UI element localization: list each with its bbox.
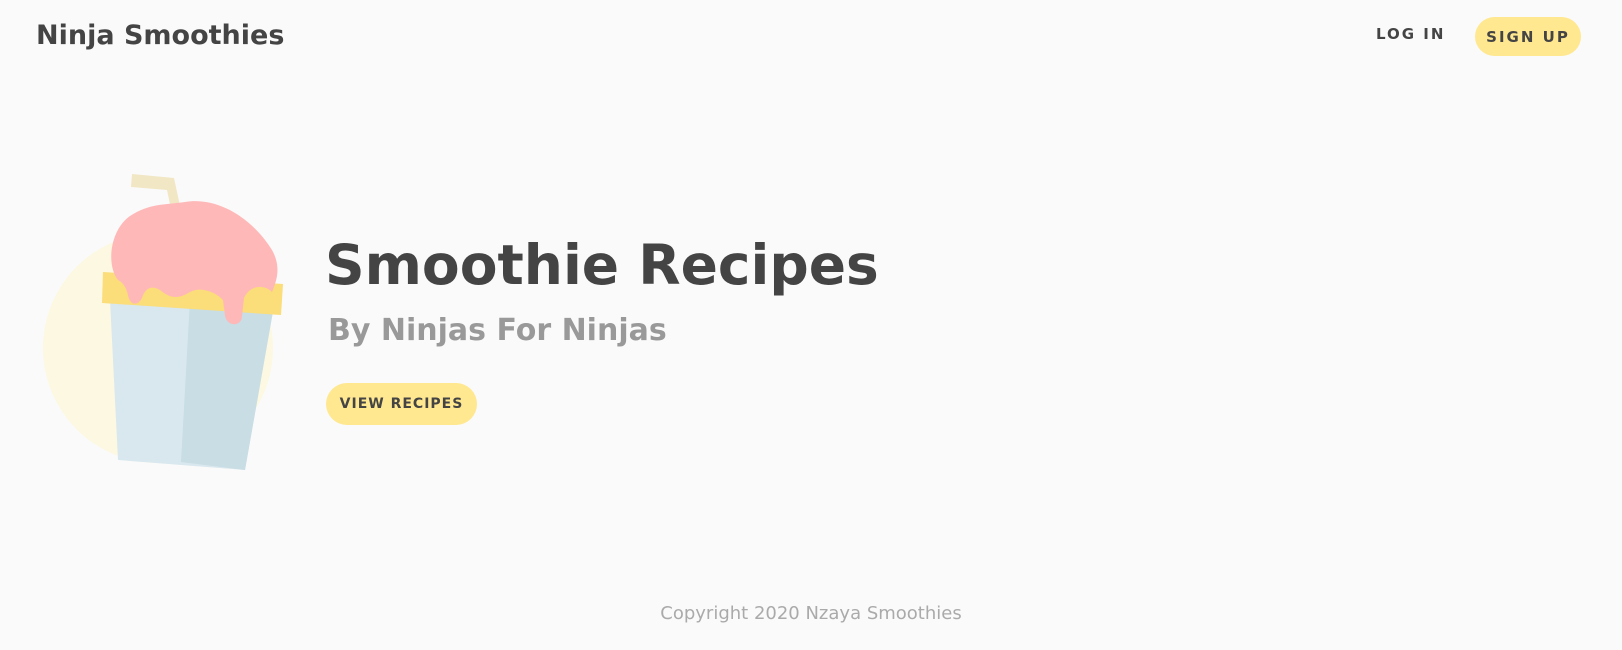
signup-button[interactable]: SIGN UP: [1475, 17, 1581, 56]
footer-copyright: Copyright 2020 Nzaya Smoothies: [660, 603, 962, 624]
hero-subtitle: By Ninjas For Ninjas: [328, 313, 667, 348]
view-recipes-button[interactable]: VIEW RECIPES: [326, 383, 477, 425]
login-link[interactable]: LOG IN: [1376, 25, 1445, 43]
hero-title: Smoothie Recipes: [325, 233, 879, 297]
brand-logo[interactable]: Ninja Smoothies: [36, 20, 284, 51]
smoothie-illustration: [43, 174, 283, 470]
navbar: Ninja Smoothies LOG IN SIGN UP: [0, 0, 1622, 80]
